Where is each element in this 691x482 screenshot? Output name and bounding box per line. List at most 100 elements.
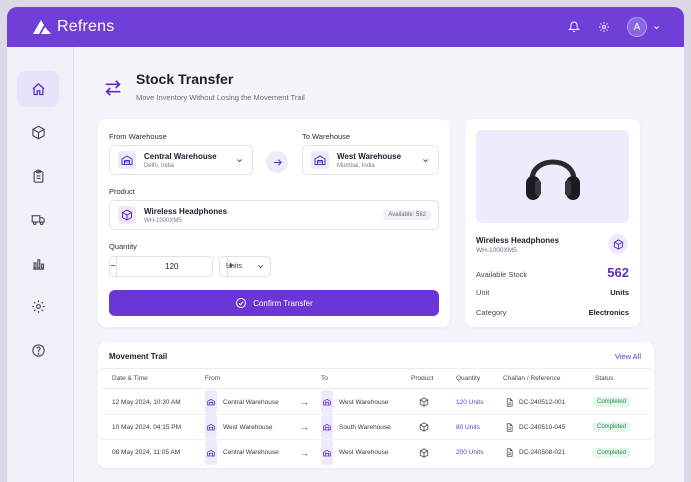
view-all-link[interactable]: View All [615, 352, 641, 361]
row-to: West Warehouse [321, 440, 389, 465]
sidebar-item-orders[interactable] [17, 158, 59, 194]
to-warehouse-name: West Warehouse [337, 151, 402, 161]
document-icon [506, 397, 513, 407]
brand[interactable]: Refrens [33, 18, 114, 36]
sidebar-item-shipping[interactable] [17, 201, 59, 237]
row-reference: DC-240512-001 [505, 390, 565, 414]
sidebar [7, 47, 74, 482]
arrow-right-icon: → [300, 397, 309, 407]
quantity-stepper: − + [109, 256, 234, 277]
arrow-right-icon: → [300, 422, 309, 432]
row-reference: DC-240510-045 [505, 415, 565, 439]
unit-select-value: Units [226, 263, 242, 270]
to-warehouse-label: To Warehouse [302, 132, 351, 141]
bar-chart-icon [32, 258, 44, 270]
status-badge: Completed [592, 397, 632, 407]
preview-product-name: Wireless Headphones [476, 236, 560, 245]
avatar: A [627, 17, 647, 37]
gear-icon[interactable] [597, 20, 611, 34]
warehouse-icon [321, 415, 333, 439]
column-header: To [321, 375, 328, 382]
arrow-right-icon [273, 158, 282, 166]
document-icon [506, 422, 513, 432]
page-subtitle: Move Inventory Without Losing the Moveme… [136, 93, 305, 102]
column-header: Product [411, 375, 434, 382]
movement-trail-title: Movement Trail [109, 352, 168, 361]
cube-icon [419, 415, 429, 439]
confirm-transfer-button[interactable]: Confirm Transfer [109, 290, 439, 316]
refrens-logo-icon [33, 20, 51, 34]
swap-warehouses-button[interactable] [266, 151, 288, 173]
sidebar-item-settings[interactable] [17, 288, 59, 324]
unit-select[interactable]: Units [219, 256, 271, 277]
quantity-input[interactable] [115, 257, 228, 276]
unit-row: Unit Units [476, 288, 629, 297]
row-to: South Warehouse [321, 415, 391, 439]
column-header: Date & Time [112, 375, 148, 382]
row-reference: DC-240508-021 [505, 440, 565, 465]
column-header: Challan / Reference [503, 375, 561, 382]
available-stock-value: 562 [607, 265, 629, 280]
row-to: West Warehouse [321, 390, 389, 414]
row-date: 12 May 2024, 10:30 AM [112, 398, 181, 406]
sidebar-item-reports[interactable] [17, 245, 59, 281]
check-circle-icon [236, 298, 247, 308]
available-badge: Available: 562 [383, 210, 431, 220]
row-date: 10 May 2024, 04:15 PM [112, 423, 182, 431]
warehouse-icon [205, 440, 217, 465]
top-bar: Refrens A [7, 7, 684, 47]
product-sku: WH-1000XM5 [144, 217, 182, 224]
quantity-label: Quantity [109, 242, 137, 251]
product-select[interactable]: Wireless Headphones WH-1000XM5 Available… [109, 200, 439, 230]
status-badge: Completed [592, 447, 632, 458]
bell-icon[interactable] [567, 20, 581, 34]
cube-icon [419, 390, 429, 414]
user-menu[interactable]: A [627, 17, 660, 37]
to-warehouse-select[interactable]: West Warehouse Mumbai, India [302, 145, 439, 175]
row-quantity: 120 Units [456, 398, 484, 406]
warehouse-icon [205, 390, 217, 414]
truck-icon [31, 214, 45, 225]
table-row[interactable]: 12 May 2024, 10:30 AM Central Warehouse … [102, 390, 650, 415]
available-stock-row: Available Stock 562 [476, 265, 629, 280]
row-status: Completed [592, 440, 632, 465]
product-image [476, 130, 629, 223]
main-content: Stock Transfer Move Inventory Without Lo… [74, 47, 684, 482]
sidebar-item-home[interactable] [17, 71, 59, 107]
category-value: Electronics [588, 308, 629, 317]
from-warehouse-label: From Warehouse [109, 132, 167, 141]
gear-icon [31, 299, 45, 313]
status-badge: Completed [592, 422, 632, 432]
sidebar-item-inventory[interactable] [17, 114, 59, 150]
chevron-down-icon [654, 25, 659, 29]
transfer-arrows-icon [105, 80, 121, 96]
table-row[interactable]: 08 May 2024, 11:05 AM Central Warehouse … [102, 440, 650, 465]
chevron-down-icon [237, 158, 242, 162]
cube-icon [118, 206, 136, 224]
headphones-icon [525, 159, 580, 200]
table-row[interactable]: 10 May 2024, 04:15 PM West Warehouse → S… [102, 415, 650, 440]
sidebar-item-help[interactable] [17, 332, 59, 368]
unit-label: Unit [476, 288, 490, 297]
category-label: Category [476, 308, 507, 317]
confirm-transfer-label: Confirm Transfer [253, 298, 313, 308]
chevron-down-icon [423, 158, 428, 162]
warehouse-icon [321, 390, 333, 414]
row-quantity: 80 Units [456, 423, 480, 431]
movement-trail: Movement Trail View All Date & Time From… [98, 342, 654, 468]
from-warehouse-select[interactable]: Central Warehouse Delhi, India [109, 145, 253, 175]
from-warehouse-name: Central Warehouse [144, 151, 217, 161]
column-header: From [205, 375, 221, 382]
warehouse-icon [205, 415, 217, 439]
row-status: Completed [592, 415, 632, 439]
chevron-down-icon [258, 265, 263, 269]
cube-icon [419, 440, 429, 465]
row-from: Central Warehouse [205, 390, 279, 414]
row-from: West Warehouse [205, 415, 273, 439]
page-header: Stock Transfer Move Inventory Without Lo… [102, 71, 305, 102]
product-preview: Wireless Headphones WH-1000XM5 Available… [465, 119, 640, 327]
column-header: Status [595, 375, 614, 382]
clipboard-icon [33, 169, 43, 183]
row-status: Completed [592, 390, 632, 414]
row-quantity: 200 Units [456, 449, 484, 456]
